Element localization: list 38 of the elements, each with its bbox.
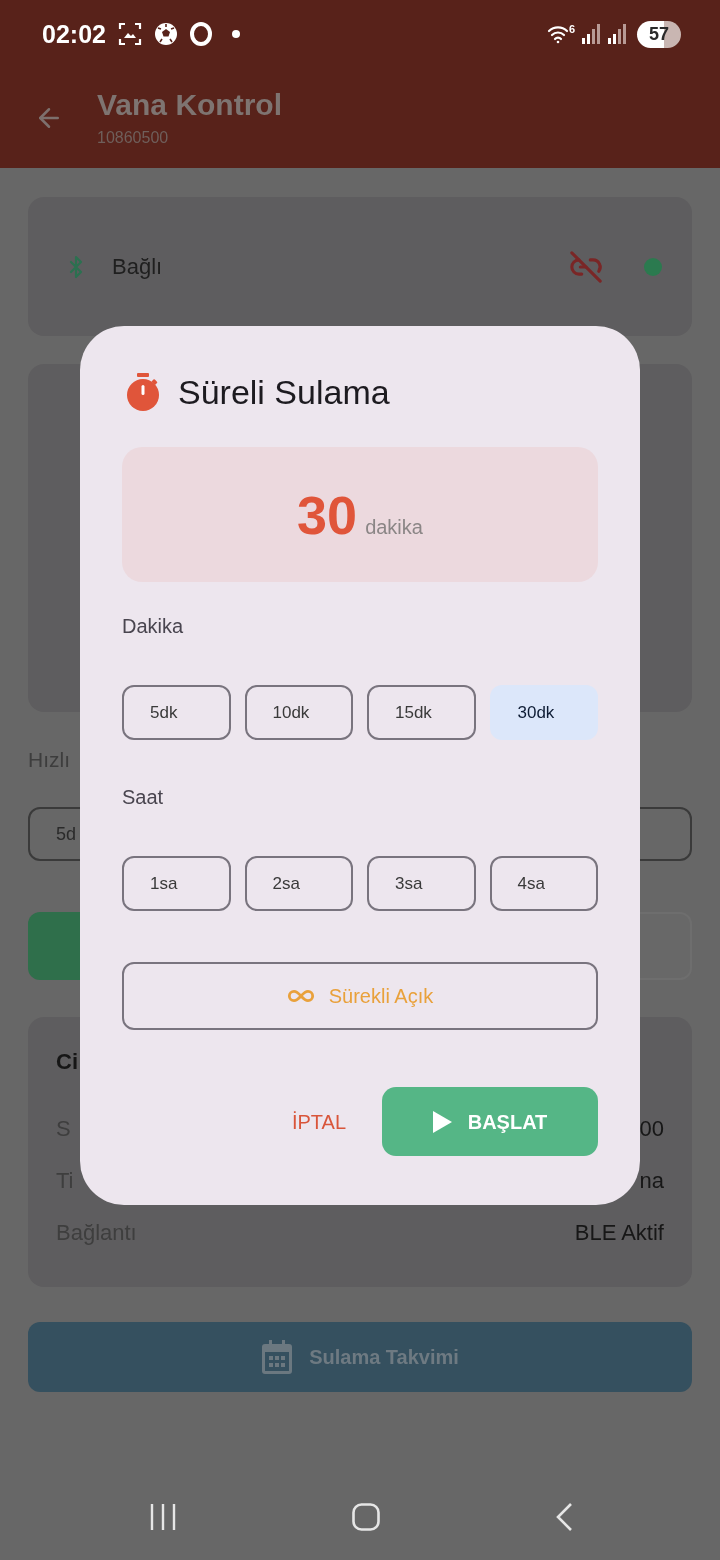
- dialog-title: Süreli Sulama: [178, 372, 390, 412]
- wifi-label: 6: [568, 24, 575, 35]
- duration-unit: dakika: [365, 516, 423, 537]
- duration-chip[interactable]: 15dk: [367, 685, 476, 740]
- screenshot-icon: [117, 22, 142, 46]
- duration-chip[interactable]: 3sa: [367, 856, 476, 911]
- section-label: Saat: [122, 785, 164, 809]
- duration-chip[interactable]: 5dk: [122, 685, 231, 740]
- status-time: 02:02: [42, 21, 106, 47]
- wifi-icon: [546, 24, 569, 44]
- calendar-icon: [261, 1340, 294, 1374]
- play-icon: [432, 1110, 452, 1133]
- duration-chip[interactable]: 10dk: [244, 685, 353, 740]
- info-value: na: [639, 1167, 664, 1195]
- battery-level-text: 57: [649, 25, 669, 43]
- signal-icon: [581, 24, 601, 44]
- info-card-title: Ci: [56, 1048, 78, 1076]
- back-icon[interactable]: [555, 1502, 573, 1532]
- soccer-ball-icon: [153, 22, 178, 46]
- ring-logo-icon: [189, 22, 212, 46]
- info-value: BLE Aktif: [574, 1219, 664, 1247]
- stopwatch-icon: [126, 373, 160, 411]
- duration-value: 30: [297, 487, 358, 542]
- app-bar-subtitle: 10860500: [97, 128, 169, 148]
- section-label: Dakika: [122, 614, 184, 638]
- home-icon[interactable]: [351, 1503, 380, 1531]
- duration-chip[interactable]: 30dk: [489, 685, 598, 740]
- signal-icon: [607, 24, 627, 44]
- field-value: 5d: [56, 822, 77, 846]
- app-bar-title: Vana Kontrol: [97, 88, 283, 122]
- recent-apps-icon[interactable]: [150, 1503, 176, 1531]
- duration-chip[interactable]: 1sa: [122, 856, 231, 911]
- notification-dot-icon: [231, 30, 240, 38]
- status-dot-icon: [644, 257, 662, 276]
- duration-chip[interactable]: 4sa: [489, 856, 598, 911]
- duration-chip[interactable]: 2sa: [244, 856, 353, 911]
- info-value: 00: [639, 1115, 664, 1143]
- connection-status: Bağlı: [112, 253, 163, 281]
